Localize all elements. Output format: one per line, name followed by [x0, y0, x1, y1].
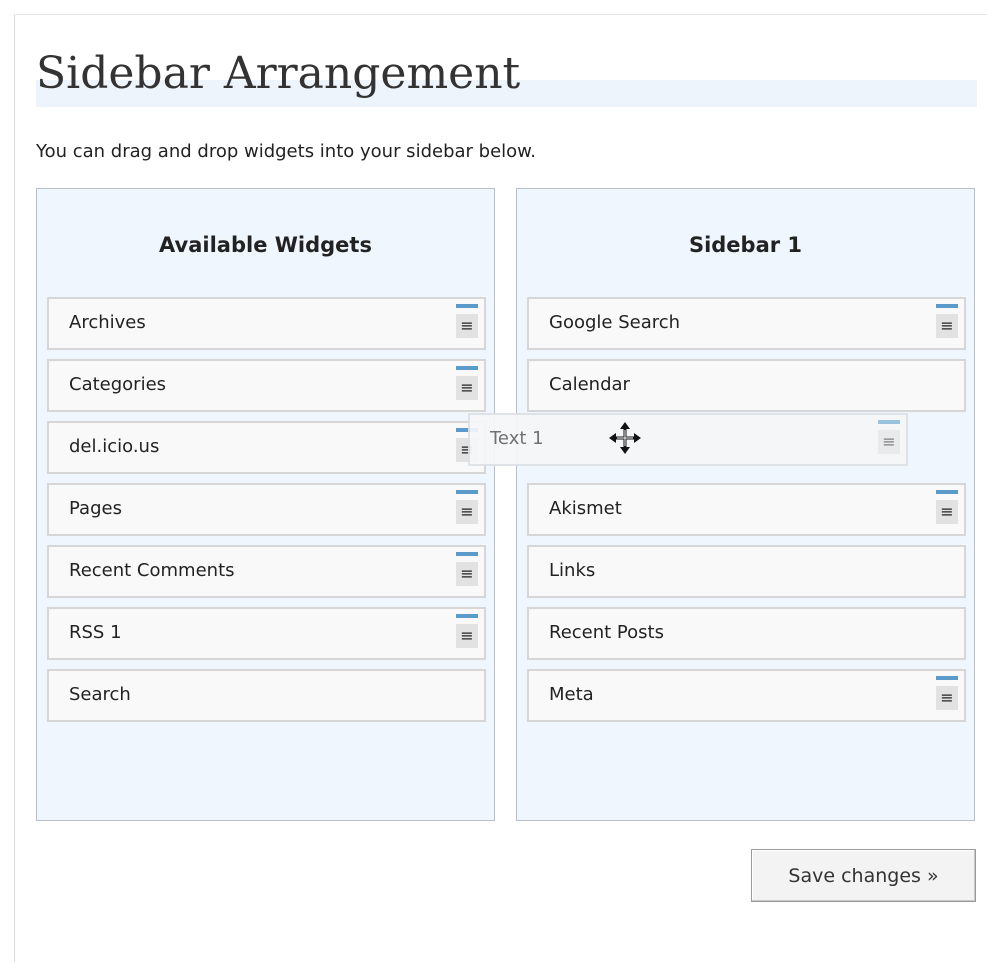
available-widget[interactable]: Categories ≡	[47, 359, 486, 412]
sidebar-widget[interactable]: Recent Posts	[527, 607, 966, 660]
page-frame-top-border	[14, 14, 987, 15]
handle-accent-bar	[456, 552, 478, 556]
widget-label: Akismet	[549, 498, 622, 519]
dragging-widget-label: Text 1	[490, 428, 544, 449]
drag-handle-icon: ≡	[456, 624, 478, 648]
available-widget[interactable]: RSS 1 ≡	[47, 607, 486, 660]
drag-handle-icon: ≡	[456, 376, 478, 400]
drag-handle-icon: ≡	[456, 314, 478, 338]
sidebar-widget[interactable]: Meta ≡	[527, 669, 966, 722]
handle-accent-bar	[936, 676, 958, 680]
handle-accent-bar	[456, 490, 478, 494]
drag-handle-icon: ≡	[456, 500, 478, 524]
available-widget[interactable]: Pages ≡	[47, 483, 486, 536]
handle-accent-bar	[456, 366, 478, 370]
handle-accent-bar	[936, 304, 958, 308]
handle-accent-bar	[456, 614, 478, 618]
widget-drag-handle[interactable]: ≡	[456, 490, 478, 526]
available-widgets-heading: Available Widgets	[159, 233, 372, 257]
available-widget[interactable]: Search	[47, 669, 486, 722]
widget-drag-handle[interactable]: ≡	[936, 490, 958, 526]
widget-label: Recent Posts	[549, 622, 664, 643]
widget-label: Categories	[69, 374, 167, 395]
widget-drag-handle[interactable]: ≡	[936, 304, 958, 340]
widget-label: Recent Comments	[69, 560, 235, 581]
save-changes-button[interactable]: Save changes »	[751, 849, 976, 902]
widget-label: Google Search	[549, 312, 681, 333]
handle-accent-bar	[878, 420, 900, 424]
drag-handle-icon: ≡	[936, 314, 958, 338]
widget-drag-handle[interactable]: ≡	[936, 676, 958, 712]
dragging-widget-handle[interactable]: ≡	[878, 420, 900, 456]
move-cursor-icon	[608, 421, 642, 455]
handle-accent-bar	[456, 304, 478, 308]
page-frame-left-border	[14, 14, 15, 962]
widget-label: Pages	[69, 498, 122, 519]
sidebar-widget[interactable]: Links	[527, 545, 966, 598]
dragging-widget-text-1[interactable]: Text 1 ≡	[468, 413, 908, 466]
sidebar-widget[interactable]: Akismet ≡	[527, 483, 966, 536]
widget-drag-handle[interactable]: ≡	[456, 552, 478, 588]
sidebar-1-heading: Sidebar 1	[688, 233, 803, 257]
widget-label: Calendar	[549, 374, 630, 395]
available-widget[interactable]: Recent Comments ≡	[47, 545, 486, 598]
handle-accent-bar	[936, 490, 958, 494]
widget-label: Links	[549, 560, 596, 581]
page-title: Sidebar Arrangement	[36, 48, 521, 99]
sidebar-1-panel: Sidebar 1 Google Search ≡ Calendar Akismet ≡…	[516, 188, 975, 821]
drag-handle-icon: ≡	[456, 562, 478, 586]
widget-drag-handle[interactable]: ≡	[456, 304, 478, 340]
widget-label: del.icio.us	[69, 436, 160, 457]
intro-text: You can drag and drop widgets into your …	[36, 141, 536, 162]
widget-label: Search	[69, 684, 131, 705]
sidebar-widget[interactable]: Calendar	[527, 359, 966, 412]
widget-label: RSS 1	[69, 622, 122, 643]
widget-label: Meta	[549, 684, 594, 705]
drag-handle-icon: ≡	[936, 686, 958, 710]
drag-handle-icon: ≡	[936, 500, 958, 524]
widget-drag-handle[interactable]: ≡	[456, 366, 478, 402]
drag-handle-icon: ≡	[878, 430, 900, 454]
available-widgets-panel: Available Widgets Archives ≡ Categories ≡ de…	[36, 188, 495, 821]
sidebar-widget[interactable]: Google Search ≡	[527, 297, 966, 350]
widget-drag-handle[interactable]: ≡	[456, 614, 478, 650]
available-widget[interactable]: Archives ≡	[47, 297, 486, 350]
widget-label: Archives	[69, 312, 146, 333]
available-widget[interactable]: del.icio.us ≡	[47, 421, 486, 474]
